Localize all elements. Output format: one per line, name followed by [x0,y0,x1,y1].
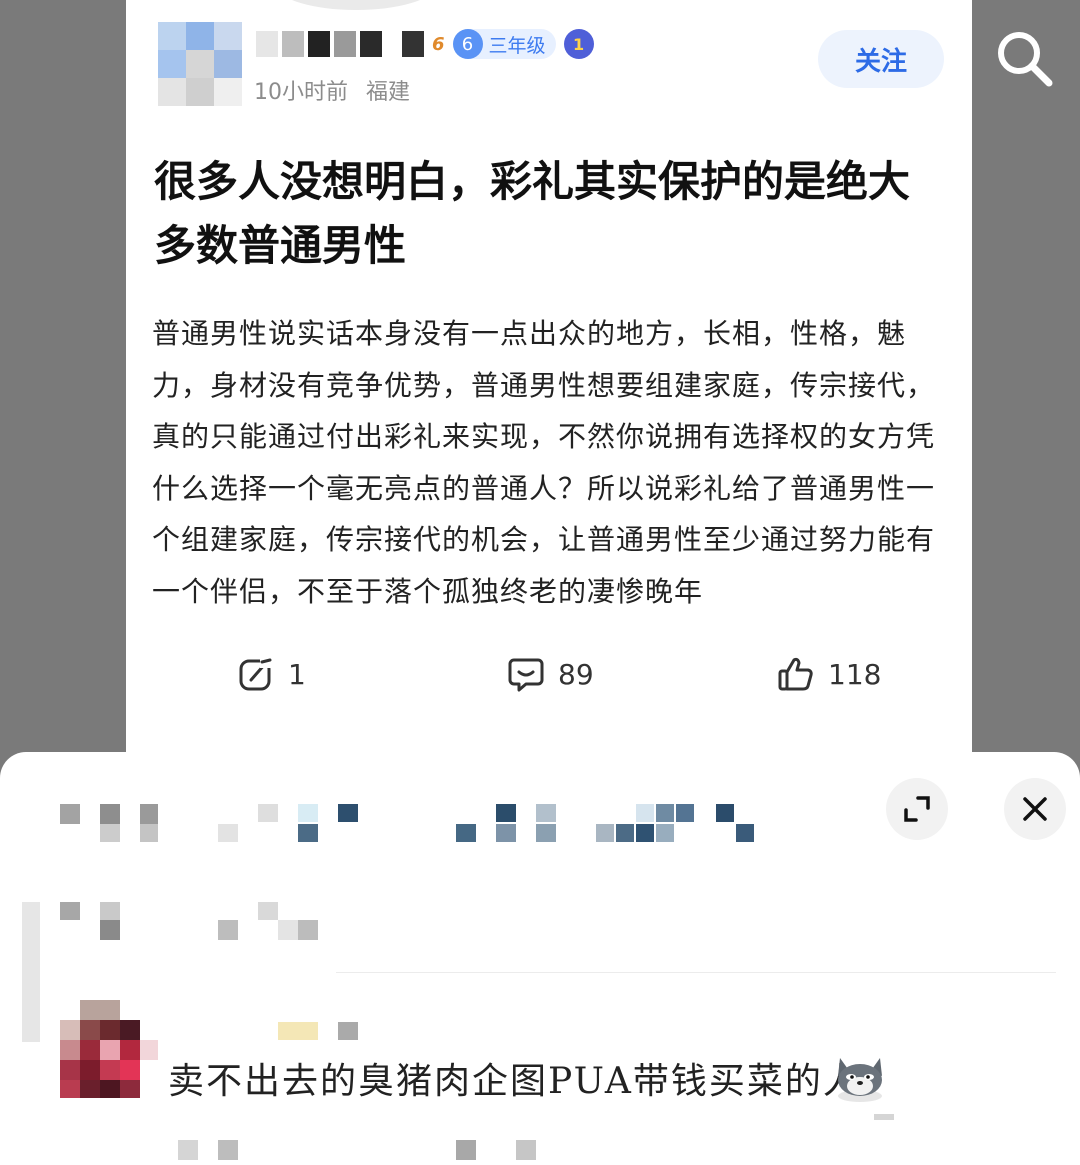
avatar[interactable] [158,22,242,106]
thumbs-up-icon [778,657,813,691]
repost-button[interactable]: 1 [238,656,306,692]
grade-number: 6 [452,29,483,59]
comment-count: 89 [558,657,594,691]
medal-icon: 1 [563,29,594,59]
post-action-bar: 1 89 118 [126,648,972,706]
user-level-tag: 6 [432,33,445,55]
expand-icon [904,796,930,822]
comment-bubble-icon [508,658,544,692]
post-body: 普通男性说实话本身没有一点出众的地方，长相，性格，魅力，身材没有竞争优势，普通男… [152,317,936,608]
post-location: 福建 [366,80,411,105]
follow-button[interactable]: 关注 [818,30,944,88]
like-count: 118 [828,657,882,691]
wolf-emoji-icon [838,1058,882,1102]
repost-count: 1 [288,657,306,691]
grade-label: 三年级 [488,34,546,57]
post-card: 6 6 三年级 1 10小时前 福建 关注 很多人没想明白，彩礼其实保护的是绝大… [126,0,972,770]
comment-text: 卖不出去的臭猪肉企图PUA带钱买菜的人 [168,1061,861,1102]
divider [336,972,1056,973]
post-time: 10小时前 [254,80,348,105]
user-info-row: 6 6 三年级 1 [256,26,594,62]
expand-button[interactable] [886,778,948,840]
close-icon [1023,797,1047,821]
repost-icon [239,658,272,691]
post-meta: 10小时前 福建 [254,74,410,106]
blurred-header-fragment [276,0,436,10]
search-icon[interactable] [994,28,1056,90]
blurred-margin [22,902,40,1042]
comment-button[interactable]: 89 [508,656,594,692]
like-button[interactable]: 118 [778,656,881,692]
grade-badge: 6 三年级 [452,29,556,59]
username-obscured[interactable] [256,31,424,57]
post-title: 很多人没想明白，彩礼其实保护的是绝大多数普通男性 [154,157,911,270]
close-button[interactable] [1004,778,1066,840]
comment-sheet: 卖不出去的臭猪肉企图PUA带钱买菜的人 [0,752,1080,1165]
